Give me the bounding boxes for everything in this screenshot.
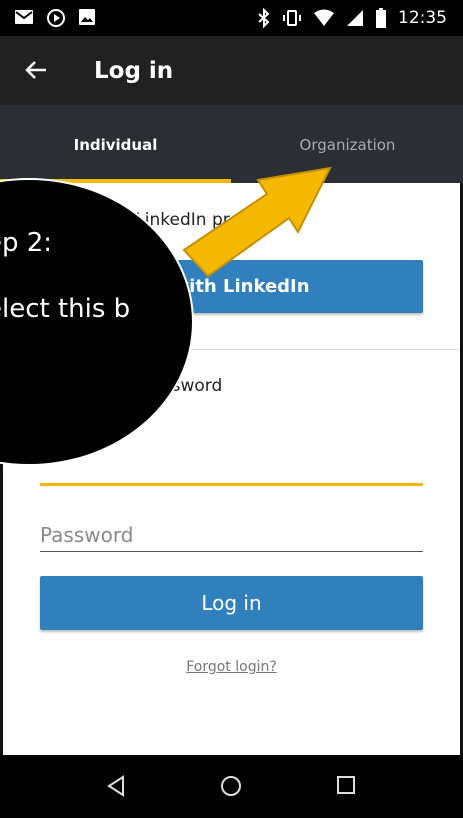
battery-icon — [376, 8, 386, 28]
password-field[interactable] — [40, 517, 423, 552]
status-time: 12:35 — [398, 8, 447, 28]
play-icon — [47, 9, 65, 27]
tab-individual[interactable]: Individual — [0, 105, 231, 183]
back-triangle-icon — [107, 775, 124, 797]
status-system: 12:35 — [257, 8, 447, 28]
nav-back-button[interactable] — [105, 775, 127, 802]
page-title: Log in — [94, 58, 174, 84]
arrow-left-icon — [25, 61, 46, 79]
tab-individual-label: Individual — [73, 136, 158, 154]
tab-organization-label: Organization — [299, 136, 396, 154]
phone-screen: 12:35 Log in Individual Organization ur … — [0, 0, 463, 818]
recents-square-icon — [337, 776, 355, 794]
image-icon — [79, 9, 95, 25]
app-bar: Log in — [0, 36, 463, 105]
forgot-login-link[interactable]: Forgot login? — [0, 659, 463, 675]
tutorial-step-label: ep 2: — [0, 228, 53, 258]
signal-icon — [347, 10, 363, 26]
login-button[interactable]: Log in — [40, 576, 423, 630]
back-button[interactable] — [24, 58, 48, 87]
status-bar: 12:35 — [0, 0, 463, 36]
nav-home-button[interactable] — [220, 775, 242, 802]
mail-icon — [15, 10, 33, 24]
navigation-bar — [0, 755, 463, 818]
bluetooth-icon — [258, 8, 270, 28]
tab-bar: Individual Organization — [0, 105, 463, 183]
nav-recents-button[interactable] — [336, 775, 356, 800]
tab-organization[interactable]: Organization — [232, 105, 463, 183]
username-input[interactable] — [40, 453, 423, 477]
tutorial-instruction: elect this b — [0, 294, 131, 324]
wifi-icon — [314, 9, 334, 26]
vibrate-icon — [283, 10, 301, 26]
password-input[interactable] — [40, 523, 423, 547]
status-notifications — [14, 8, 96, 28]
home-circle-icon — [221, 776, 241, 796]
